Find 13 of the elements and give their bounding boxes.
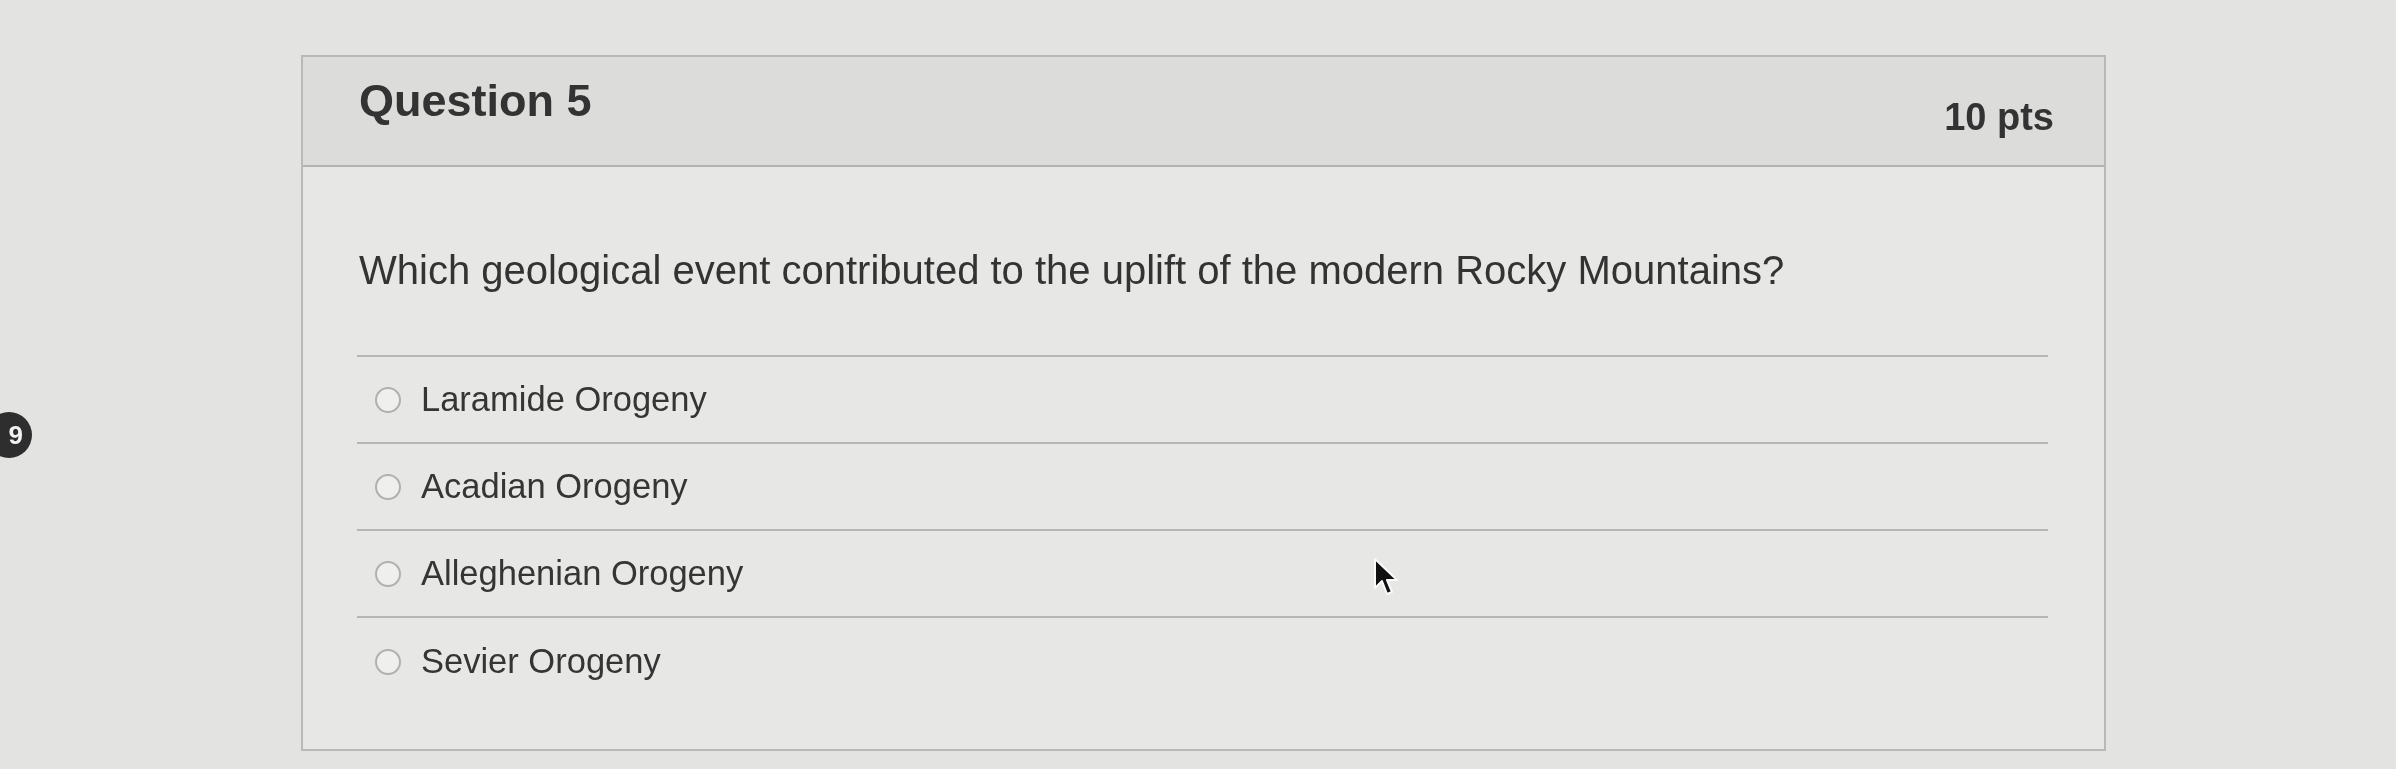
answer-option[interactable]: Acadian Orogeny [421, 467, 688, 506]
answer-option[interactable]: Sevier Orogeny [421, 642, 661, 681]
mouse-pointer-icon [1374, 558, 1400, 596]
question-points: 10 pts [1944, 96, 2054, 140]
number-badge: 9 [0, 412, 32, 458]
question-text: Which geological event contributed to the uplift of the modern Rocky Mountains? [357, 167, 2048, 357]
answer-option[interactable]: Laramide Orogeny [421, 380, 707, 419]
radio-button[interactable] [375, 386, 401, 413]
radio-button[interactable] [375, 473, 401, 500]
radio-button[interactable] [375, 648, 401, 675]
radio-button[interactable] [375, 560, 401, 587]
answer-option[interactable]: Alleghenian Orogeny [421, 554, 744, 593]
question-title: Question 5 [359, 75, 592, 127]
